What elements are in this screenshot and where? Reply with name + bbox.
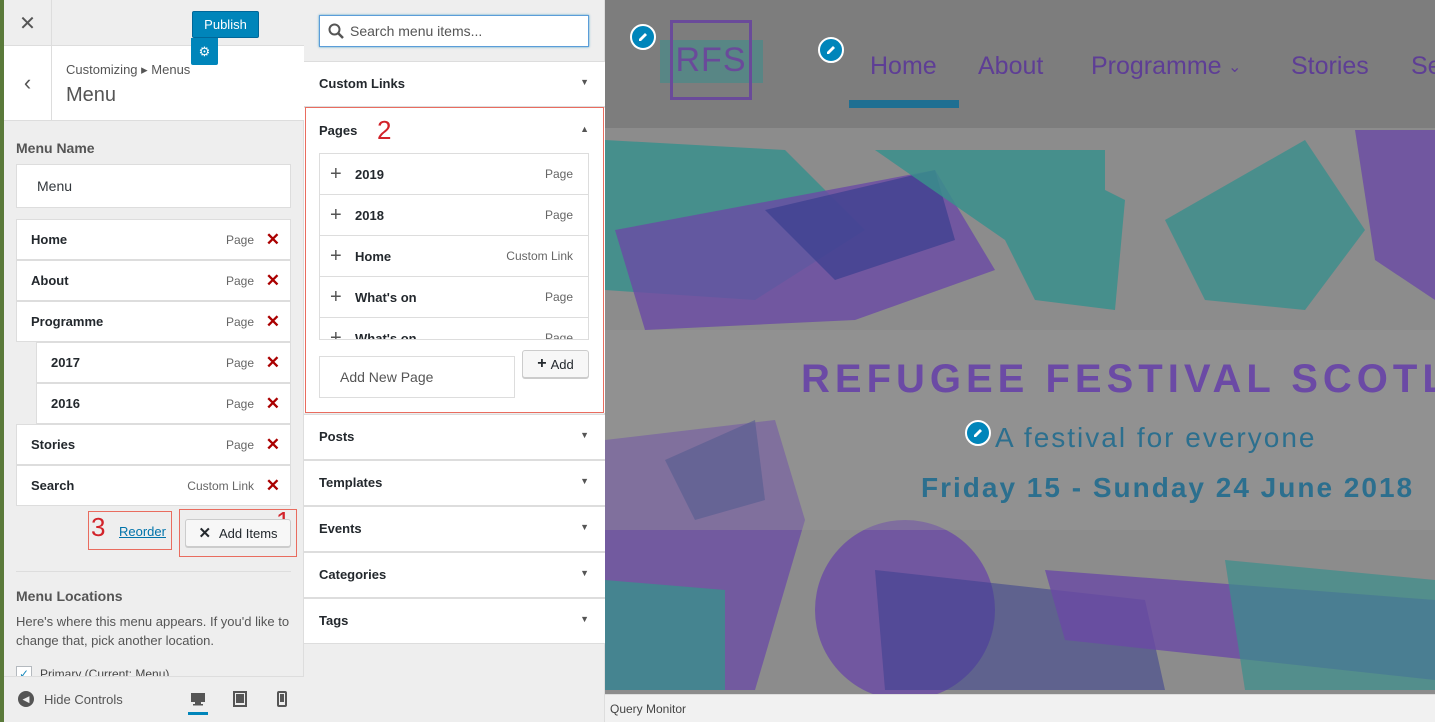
query-monitor-label: Query Monitor [610, 702, 687, 716]
delete-icon[interactable]: ✕ [266, 476, 280, 496]
delete-icon[interactable]: ✕ [266, 230, 280, 250]
section-title: Events [319, 521, 362, 536]
back-arrow-icon[interactable]: ‹ [4, 46, 52, 120]
add-items-label: Add Items [219, 525, 278, 541]
menu-item-title: Programme [31, 314, 104, 329]
section-posts[interactable]: Posts ▼ [304, 414, 605, 460]
edit-pencil-icon[interactable] [818, 37, 844, 63]
section-title: Custom Links [319, 76, 405, 91]
nav-stories[interactable]: Stories [1291, 52, 1369, 81]
section-title: Tags [319, 613, 349, 628]
section-title: Templates [319, 475, 383, 490]
search-icon [328, 23, 344, 42]
collapse-arrow-icon: ◀ [18, 691, 34, 707]
delete-icon[interactable]: ✕ [266, 312, 280, 332]
delete-icon[interactable]: ✕ [266, 435, 280, 455]
section-tags[interactable]: Tags ▼ [304, 598, 605, 644]
chevron-down-icon: ▼ [580, 476, 589, 486]
chevron-down-icon: ▼ [580, 430, 589, 440]
menu-item-type: Page [225, 396, 254, 411]
gear-icon[interactable]: ⚙ [191, 38, 218, 65]
menu-item-search[interactable]: Search Custom Link ✕ [16, 465, 291, 506]
nav-search[interactable]: Se [1411, 52, 1435, 81]
hero-title: REFUGEE FESTIVAL SCOTL [801, 357, 1435, 401]
add-items-button[interactable]: ✕ Add Items [185, 519, 291, 547]
hero-subtitle: A festival for everyone [995, 422, 1317, 453]
hide-controls-label: Hide Controls [44, 691, 123, 707]
nav-about[interactable]: About [978, 52, 1043, 81]
menu-item-home[interactable]: Home Page ✕ [16, 219, 291, 260]
mobile-preview-icon[interactable] [272, 689, 292, 709]
divider [16, 571, 291, 572]
chevron-down-icon: ▼ [580, 614, 589, 624]
delete-icon[interactable]: ✕ [266, 353, 280, 373]
publish-button[interactable]: Publish [192, 11, 259, 38]
section-title: Categories [319, 567, 387, 582]
menu-item-title: Stories [31, 437, 76, 452]
customizer-footer: ◀ Hide Controls [4, 676, 304, 722]
reorder-link[interactable]: Reorder [119, 524, 166, 539]
site-logo[interactable]: RFS [670, 20, 752, 100]
annotation-box-pages [305, 107, 604, 413]
menu-item-type: Page [225, 355, 254, 370]
hide-controls-button[interactable]: ◀ Hide Controls [18, 691, 123, 707]
hero-date: Friday 15 - Sunday 24 June 2018 [921, 472, 1415, 503]
menu-name-label: Menu Name [16, 140, 95, 156]
site-preview[interactable]: RFS Home About Programme ⌄ Stories Se RE… [605, 0, 1435, 722]
menu-item-title: About [31, 273, 69, 288]
menu-item-type: Custom Link [187, 478, 254, 493]
section-categories[interactable]: Categories ▼ [304, 552, 605, 598]
search-input[interactable]: Search menu items... [319, 15, 589, 47]
menu-item-programme[interactable]: Programme Page ✕ [16, 301, 291, 342]
annotation-number: 2 [377, 115, 392, 145]
delete-icon[interactable]: ✕ [266, 394, 280, 414]
edit-pencil-icon[interactable] [630, 24, 656, 50]
search-placeholder: Search menu items... [350, 23, 483, 39]
menu-item-type: Page [225, 273, 254, 288]
section-custom-links[interactable]: Custom Links ▼ [304, 61, 605, 107]
breadcrumb: Customizing ▸ Menus [66, 62, 191, 77]
annotation-number: 3 [91, 512, 106, 542]
tablet-preview-icon[interactable] [230, 689, 250, 709]
nav-active-indicator [849, 100, 959, 108]
close-icon[interactable]: ✕ [4, 0, 52, 46]
menu-item-title: Search [31, 478, 75, 493]
close-icon: ✕ [198, 525, 212, 542]
menu-item-type: Page [225, 314, 254, 329]
customizer-header: ✕ Publish [4, 0, 304, 46]
menu-item-stories[interactable]: Stories Page ✕ [16, 424, 291, 465]
menu-item-type: Page [225, 232, 254, 247]
section-title: Posts [319, 429, 355, 444]
nav-programme[interactable]: Programme [1091, 52, 1222, 81]
nav-home[interactable]: Home [870, 52, 937, 81]
section-events[interactable]: Events ▼ [304, 506, 605, 552]
customizer-sidebar: ✕ Publish ⚙ ‹ Customizing ▸ Menus Menu M… [0, 0, 304, 722]
menu-item-2017[interactable]: 2017 Page ✕ [36, 342, 291, 383]
section-header: ‹ Customizing ▸ Menus Menu [4, 46, 304, 121]
chevron-down-icon: ⌄ [1228, 59, 1242, 76]
menu-name-field[interactable] [16, 164, 291, 208]
desktop-preview-icon[interactable] [188, 685, 208, 715]
chevron-down-icon: ▼ [580, 522, 589, 532]
delete-icon[interactable]: ✕ [266, 271, 280, 291]
query-monitor-bar[interactable]: Query Monitor [605, 694, 1435, 722]
menu-item-type: Page [225, 437, 254, 452]
edit-pencil-icon[interactable] [965, 420, 991, 446]
menu-item-title: Home [31, 232, 68, 247]
menu-item-title: 2017 [51, 355, 80, 370]
chevron-down-icon: ▼ [580, 568, 589, 578]
available-menu-items-panel: Search menu items... Custom Links ▼ Page… [304, 0, 605, 722]
menu-item-title: 2016 [51, 396, 80, 411]
menu-locations-title: Menu Locations [16, 588, 123, 604]
section-templates[interactable]: Templates ▼ [304, 460, 605, 506]
menu-locations-description: Here's where this menu appears. If you'd… [16, 614, 290, 648]
chevron-down-icon: ▼ [580, 77, 589, 87]
page-title: Menu [66, 84, 117, 106]
menu-item-about[interactable]: About Page ✕ [16, 260, 291, 301]
menu-item-2016[interactable]: 2016 Page ✕ [36, 383, 291, 424]
